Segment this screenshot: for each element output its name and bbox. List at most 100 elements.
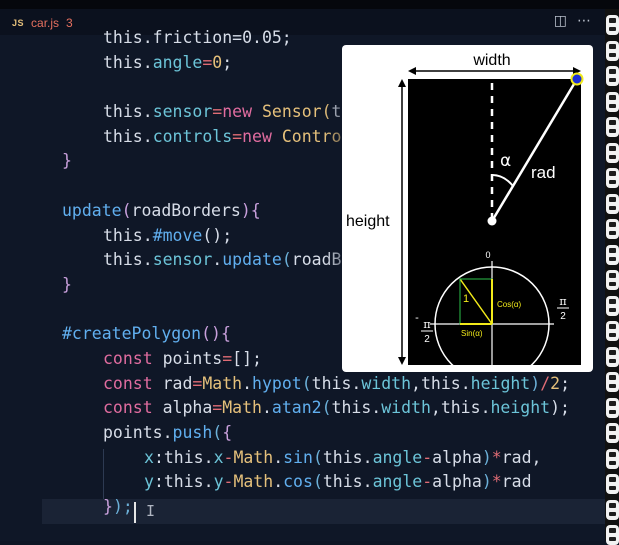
code-token: .: [261, 398, 272, 418]
code-token: this.friction=0.05;: [103, 28, 292, 47]
code-token: rad: [501, 472, 532, 492]
code-token: *: [491, 472, 502, 492]
code-token: height: [470, 373, 531, 393]
code-token: this: [440, 398, 481, 418]
code-token: .: [362, 447, 373, 467]
code-token: alpha: [162, 398, 213, 418]
code-token: new: [242, 126, 282, 146]
car-thumbnail-icon: [606, 321, 619, 341]
code-token: const: [103, 398, 163, 418]
code-token: angle: [152, 52, 203, 72]
code-token: (: [312, 447, 323, 467]
code-token: .: [362, 472, 373, 492]
car-thumbnail-icon: [606, 91, 619, 112]
code-token: );: [550, 398, 570, 418]
code-token: ): [530, 373, 541, 393]
car-thumbnail-icon: [606, 270, 619, 290]
code-token: .: [142, 250, 153, 270]
code-token: this: [163, 447, 204, 467]
code-token: .: [480, 398, 491, 418]
car-thumbnail-icon: [606, 142, 619, 163]
code-token: atan2: [271, 398, 322, 418]
code-token: ();: [202, 225, 233, 245]
code-token: -: [223, 447, 234, 467]
code-token: this: [322, 472, 363, 492]
code-token: controls: [152, 126, 233, 146]
neg-sign-label: -: [415, 312, 419, 324]
code-line[interactable]: x:this.x-Math.sin(this.angle-alpha)*rad,: [0, 446, 570, 471]
code-line[interactable]: const rad=Math.hypot(this.width,this.hei…: [0, 372, 570, 397]
code-token: this: [103, 102, 143, 122]
code-token: .: [142, 52, 153, 72]
code-token: this: [103, 52, 143, 72]
code-token: this: [311, 373, 352, 393]
code-token: this: [103, 126, 143, 146]
code-token: ): [240, 200, 251, 220]
pi-half-right-two: 2: [560, 311, 566, 322]
rad-label: rad: [531, 163, 556, 182]
code-token: }: [62, 274, 72, 294]
text-cursor: [134, 502, 136, 523]
code-token: ,: [430, 398, 441, 418]
code-token: alpha: [432, 447, 482, 467]
alpha-label: α: [500, 151, 511, 171]
one-label: 1: [463, 293, 469, 305]
code-token: ;: [222, 52, 233, 72]
code-token: :: [153, 472, 164, 492]
code-line[interactable]: });: [0, 495, 570, 520]
code-line[interactable]: points.push({: [0, 421, 570, 446]
car-thumbnail-icon: [606, 244, 619, 265]
code-token: =: [232, 126, 243, 146]
code-token: ,: [411, 373, 421, 393]
code-token: y: [213, 472, 224, 492]
car-thumbnail-icon: [606, 397, 619, 418]
car-thumbnail-icon: [606, 423, 619, 443]
code-token: Math: [222, 398, 262, 418]
corner-point: [570, 72, 584, 86]
code-token: .: [162, 423, 173, 442]
code-token: ,: [531, 447, 542, 467]
code-token: (: [301, 373, 312, 393]
code-token: .: [273, 447, 284, 467]
code-token: =: [202, 52, 213, 72]
code-line[interactable]: y:this.y-Math.cos(this.angle-alpha)*rad: [0, 470, 570, 495]
width-label: width: [472, 52, 510, 69]
mouse-ibeam-icon: I: [146, 502, 156, 520]
code-token: #move: [152, 225, 203, 245]
code-token: alpha: [432, 472, 482, 492]
code-token: Math: [233, 447, 274, 467]
car-thumbnail-icon: [606, 346, 619, 367]
code-token: {: [222, 423, 233, 442]
code-token: .: [242, 373, 253, 393]
code-token: =: [212, 102, 223, 122]
code-token: /: [540, 373, 551, 393]
code-line[interactable]: const alpha=Math.atan2(this.width,this.h…: [0, 396, 570, 421]
pi-half-left-pi: π: [423, 318, 430, 331]
code-token: this: [420, 373, 461, 393]
code-token: rad: [162, 373, 193, 393]
code-token: 0: [212, 52, 223, 72]
code-token: 2: [550, 373, 561, 393]
zero-label: 0: [485, 250, 490, 260]
code-token: (: [321, 398, 332, 418]
code-token: angle: [372, 447, 423, 467]
code-token: sensor: [152, 250, 213, 270]
code-token: this: [103, 250, 143, 270]
more-actions-icon[interactable]: ⋯: [577, 13, 591, 29]
code-token: {: [250, 200, 261, 220]
code-token: .: [203, 472, 214, 492]
code-token: .: [460, 373, 471, 393]
car-thumbnail-strip: [605, 9, 619, 545]
code-token: .: [142, 102, 153, 122]
code-token: roadBorders: [131, 200, 241, 220]
code-token: =: [192, 373, 203, 393]
code-token: update: [222, 250, 282, 270]
code-token: cos: [283, 472, 313, 492]
code-token: (: [121, 200, 132, 220]
pi-half-right-pi: π: [559, 295, 566, 308]
code-token: :: [153, 447, 164, 467]
code-token: .: [142, 126, 153, 146]
code-token: new: [222, 102, 262, 122]
code-token: ;: [560, 373, 570, 393]
code-token: (: [281, 250, 292, 270]
